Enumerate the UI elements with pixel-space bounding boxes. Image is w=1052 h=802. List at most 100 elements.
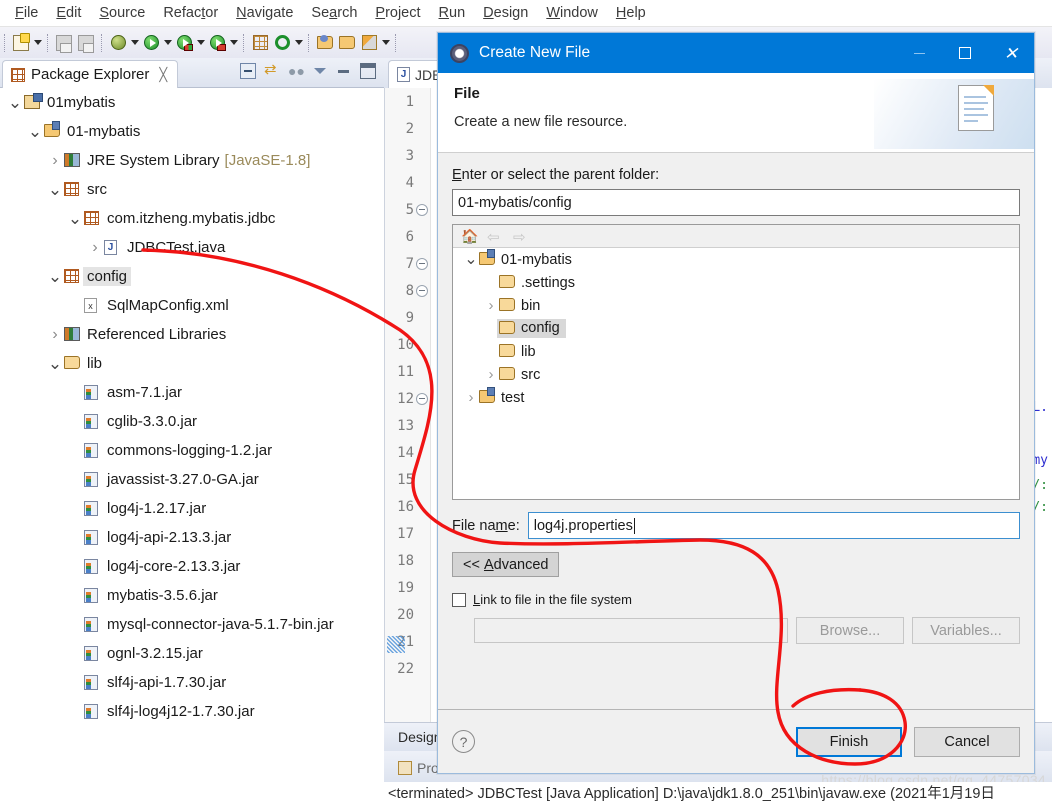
menu-item-file[interactable]: File: [6, 3, 47, 24]
run-as-button[interactable]: [173, 32, 195, 54]
twisty-icon[interactable]: [463, 389, 479, 406]
menu-item-help[interactable]: Help: [607, 3, 655, 24]
twisty-icon[interactable]: [48, 270, 62, 284]
filter-icon[interactable]: [312, 63, 328, 79]
list-item[interactable]: log4j-core-2.13.3.jar: [0, 552, 384, 581]
tree-row[interactable]: Referenced Libraries: [0, 320, 384, 349]
list-item[interactable]: cglib-3.3.0.jar: [0, 407, 384, 436]
run-dropdown[interactable]: [162, 32, 173, 54]
tree-row[interactable]: 01-mybatis: [0, 117, 384, 146]
tree-row-config[interactable]: config: [0, 262, 384, 291]
tree-row[interactable]: src: [453, 363, 1019, 386]
fold-icon[interactable]: [416, 285, 428, 297]
link-with-editor-icon[interactable]: ⇄: [264, 62, 280, 79]
open-resource-button[interactable]: [336, 32, 358, 54]
run-as-dropdown[interactable]: [195, 32, 206, 54]
tree-row[interactable]: .settings: [453, 271, 1019, 294]
finish-button[interactable]: Finish: [796, 726, 902, 757]
refresh-button[interactable]: [271, 32, 293, 54]
twisty-icon[interactable]: [483, 366, 499, 383]
twisty-icon[interactable]: [88, 241, 102, 255]
debug-as-button[interactable]: [206, 32, 228, 54]
tree-row[interactable]: lib: [453, 340, 1019, 363]
menu-item-window[interactable]: Window: [537, 3, 607, 24]
new-file-button[interactable]: [10, 32, 32, 54]
menu-item-run[interactable]: Run: [430, 3, 475, 24]
save-button[interactable]: [53, 32, 75, 54]
tree-row[interactable]: src: [0, 175, 384, 204]
list-item[interactable]: javassist-3.27.0-GA.jar: [0, 465, 384, 494]
list-item[interactable]: slf4j-log4j12-1.7.30.jar: [0, 697, 384, 726]
link-to-file-row[interactable]: Link to file in the file system: [452, 592, 1020, 607]
edit-button[interactable]: [358, 32, 380, 54]
twisty-icon[interactable]: [68, 212, 82, 226]
twisty-icon[interactable]: [48, 183, 62, 197]
fold-icon[interactable]: [416, 393, 428, 405]
twisty-icon[interactable]: [28, 125, 42, 139]
twisty-icon[interactable]: [8, 96, 22, 110]
tree-row[interactable]: J JDBCTest.java: [0, 233, 384, 262]
debug-dropdown[interactable]: [129, 32, 140, 54]
tree-row[interactable]: 01-mybatis: [453, 248, 1019, 271]
menu-item-navigate[interactable]: Navigate: [227, 3, 302, 24]
debug-button[interactable]: [107, 32, 129, 54]
menu-item-edit[interactable]: Edit: [47, 3, 90, 24]
maximize-button[interactable]: [942, 33, 988, 73]
back-icon[interactable]: ⇦: [487, 228, 503, 246]
tab-package-explorer[interactable]: Package Explorer ╳: [2, 60, 179, 88]
twisty-icon[interactable]: [483, 297, 499, 314]
dialog-title-bar[interactable]: Create New File ✕: [438, 33, 1034, 73]
tree-row[interactable]: 01mybatis: [0, 88, 384, 117]
home-icon[interactable]: 🏠: [461, 228, 478, 244]
menu-item-design[interactable]: Design: [474, 3, 537, 24]
refresh-dropdown[interactable]: [293, 32, 304, 54]
minimize-button[interactable]: [896, 33, 942, 73]
tree-row-config[interactable]: config: [453, 317, 1019, 340]
help-icon[interactable]: ?: [452, 730, 475, 753]
cancel-button[interactable]: Cancel: [914, 726, 1020, 757]
menu-item-source[interactable]: Source: [90, 3, 154, 24]
menu-item-project[interactable]: Project: [366, 3, 429, 24]
twisty-icon[interactable]: [48, 154, 62, 168]
minimize-icon[interactable]: [336, 63, 352, 79]
list-item[interactable]: slf4j-api-1.7.30.jar: [0, 668, 384, 697]
create-new-file-dialog[interactable]: Create New File ✕ File Create a new file…: [437, 32, 1035, 774]
twisty-icon[interactable]: [48, 328, 62, 342]
twisty-icon[interactable]: [48, 357, 62, 371]
menu-item-search[interactable]: Search: [302, 3, 366, 24]
open-type-button[interactable]: [314, 32, 336, 54]
advanced-button[interactable]: << Advanced: [452, 552, 560, 577]
file-name-input[interactable]: log4j.properties: [527, 512, 1020, 539]
list-item[interactable]: asm-7.1.jar: [0, 378, 384, 407]
twisty-icon[interactable]: [463, 256, 479, 263]
tree-row[interactable]: com.itzheng.mybatis.jdbc: [0, 204, 384, 233]
menu-item-refactor[interactable]: Refactor: [154, 3, 227, 24]
new-file-dropdown[interactable]: [32, 32, 43, 54]
list-item[interactable]: mysql-connector-java-5.1.7-bin.jar: [0, 610, 384, 639]
save-all-button[interactable]: [75, 32, 97, 54]
package-explorer-tree[interactable]: 01mybatis 01-mybatis JRE System Library …: [0, 88, 384, 802]
close-button[interactable]: ✕: [988, 33, 1034, 73]
list-item[interactable]: log4j-api-2.13.3.jar: [0, 523, 384, 552]
list-item[interactable]: commons-logging-1.2.jar: [0, 436, 384, 465]
list-item[interactable]: mybatis-3.5.6.jar: [0, 581, 384, 610]
list-item[interactable]: ognl-3.2.15.jar: [0, 639, 384, 668]
new-java-package-button[interactable]: [249, 32, 271, 54]
tree-row[interactable]: test: [453, 386, 1019, 409]
debug-as-dropdown[interactable]: [228, 32, 239, 54]
parent-folder-input[interactable]: 01-mybatis/config: [452, 189, 1020, 216]
view-menu-dots-icon[interactable]: ●●: [288, 63, 305, 79]
variables-button[interactable]: Variables...: [912, 617, 1020, 644]
link-to-file-checkbox[interactable]: [452, 592, 466, 607]
link-path-input[interactable]: [474, 618, 788, 643]
edit-dropdown[interactable]: [380, 32, 391, 54]
tree-row[interactable]: lib: [0, 349, 384, 378]
run-button[interactable]: [140, 32, 162, 54]
collapse-all-icon[interactable]: [240, 63, 256, 79]
maximize-icon[interactable]: [360, 63, 376, 79]
tree-row[interactable]: JRE System Library [JavaSE-1.8]: [0, 146, 384, 175]
fold-icon[interactable]: [416, 204, 428, 216]
browse-button[interactable]: Browse...: [796, 617, 904, 644]
forward-icon[interactable]: ⇨: [513, 228, 529, 246]
close-icon[interactable]: ╳: [159, 67, 167, 83]
